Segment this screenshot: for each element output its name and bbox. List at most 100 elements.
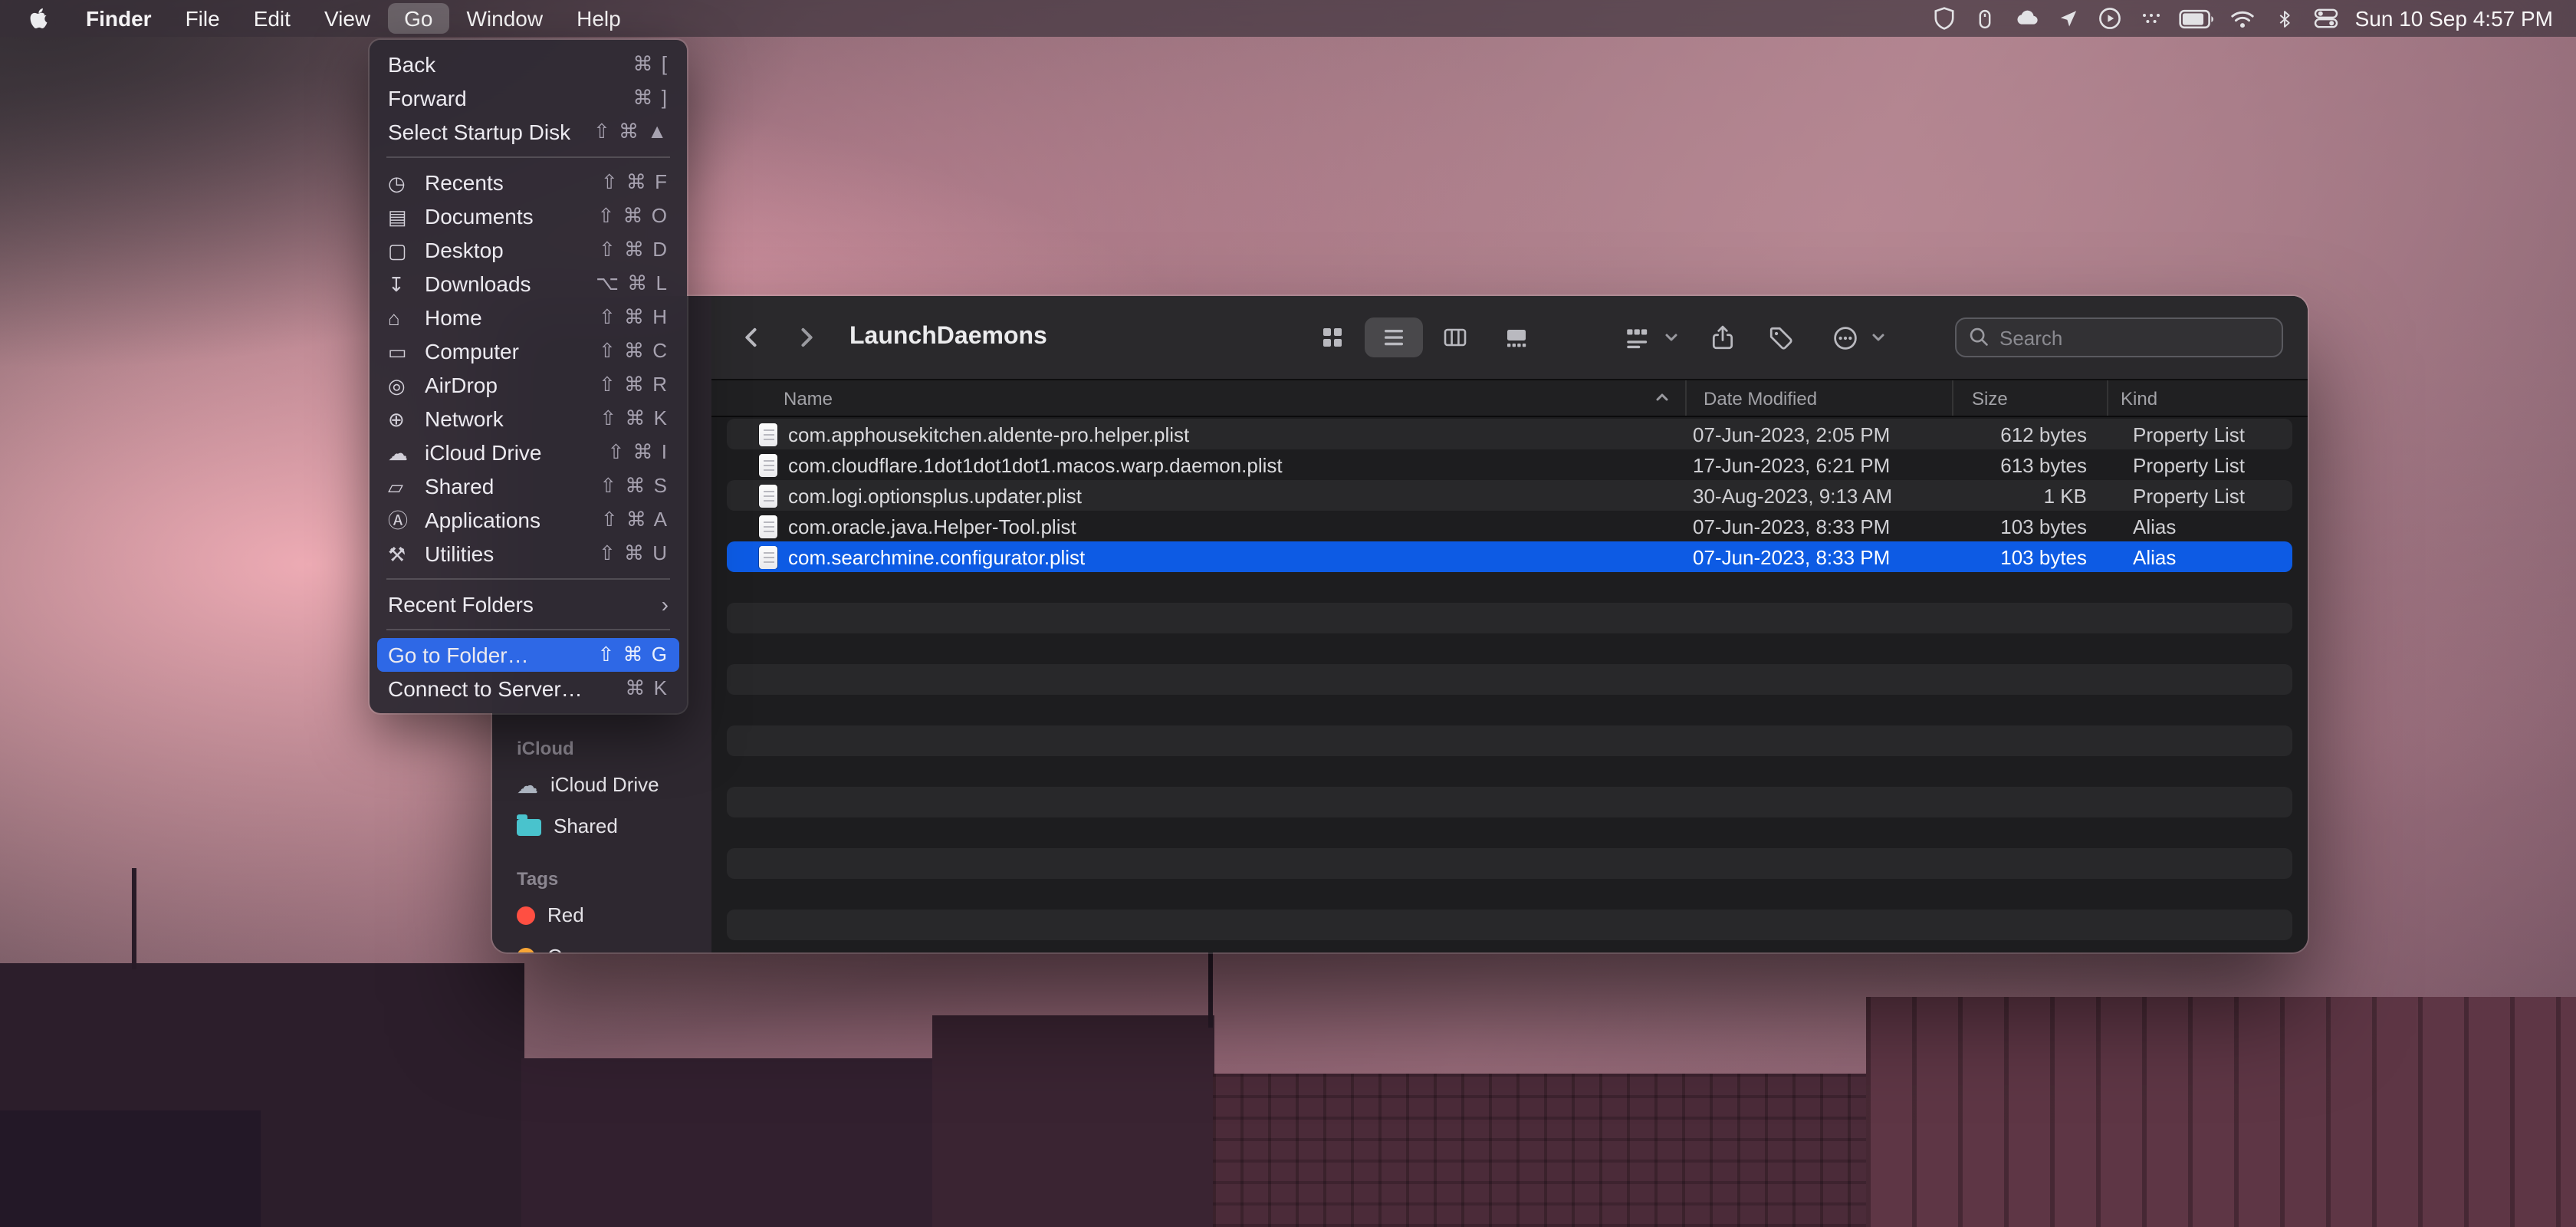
go-menu-item-back[interactable]: Back⌘ [ [377, 48, 679, 81]
sidebar-item-icloud-drive[interactable]: ☁iCloud Drive [492, 764, 711, 805]
file-row[interactable]: com.searchmine.configurator.plist 07-Jun-… [727, 541, 2292, 572]
menu-item-label: AirDrop [425, 373, 498, 397]
wifi-icon[interactable] [2229, 3, 2257, 34]
dots-icon[interactable] [2137, 3, 2165, 34]
sidebar-sections: iCloud☁iCloud DriveSharedTagsRedOrange [492, 738, 711, 952]
file-row[interactable]: com.logi.optionsplus.updater.plist30-Aug… [727, 480, 2292, 511]
menu-go[interactable]: Go [387, 3, 449, 34]
more-actions-chevron-icon[interactable] [1869, 317, 1888, 357]
empty-row [727, 664, 2292, 695]
tags-button[interactable] [1759, 317, 1802, 357]
sidebar-item-label: iCloud Drive [550, 773, 659, 796]
go-menu-item-select-startup-disk[interactable]: Select Startup Disk⇧ ⌘ ▲ [377, 115, 679, 149]
menu-item-label: Forward [388, 86, 467, 110]
file-icon [759, 515, 777, 538]
more-actions-button[interactable] [1823, 317, 1866, 357]
column-header-size[interactable]: Size [1952, 380, 2107, 416]
menu-edit[interactable]: Edit [237, 3, 307, 34]
file-row[interactable]: com.cloudflare.1dot1dot1dot1.macos.warp.… [727, 449, 2292, 480]
menu-item-shortcut: ⇧ ⌘ D [599, 238, 669, 262]
tag-dot-icon [517, 906, 535, 924]
file-date-modified: 17-Jun-2023, 6:21 PM [1685, 453, 1952, 476]
column-header-date-modified[interactable]: Date Modified [1685, 380, 1952, 416]
bluetooth-icon[interactable] [2271, 3, 2298, 34]
menu-item-shortcut: ⇧ ⌘ F [601, 170, 669, 195]
mouse-icon[interactable] [1972, 3, 1999, 34]
go-menu-item-recents[interactable]: ◷Recents⇧ ⌘ F [377, 166, 679, 199]
menu-item-shortcut: ⇧ ⌘ S [600, 474, 669, 498]
file-size: 613 bytes [1952, 453, 2108, 476]
menu-finder[interactable]: Finder [69, 3, 169, 34]
icon-view-button[interactable] [1303, 317, 1362, 357]
sidebar-item-orange[interactable]: Orange [492, 936, 711, 952]
go-menu-item-applications[interactable]: ⒶApplications⇧ ⌘ A [377, 503, 679, 537]
go-menu-item-utilities[interactable]: ⚒Utilities⇧ ⌘ U [377, 537, 679, 571]
file-size: 1 KB [1952, 484, 2108, 507]
menu-item-label: Documents [425, 204, 534, 229]
screen: iCloud☁iCloud DriveSharedTagsRedOrange L… [0, 0, 2576, 1227]
empty-row [727, 848, 2292, 879]
search-field[interactable] [1955, 317, 2283, 357]
status-icons [1930, 3, 2340, 34]
menu-view[interactable]: View [307, 3, 387, 34]
go-menu-item-icloud-drive[interactable]: ☁iCloud Drive⇧ ⌘ I [377, 436, 679, 469]
share-button[interactable] [1700, 317, 1743, 357]
finder-toolbar: LaunchDaemons [711, 296, 2308, 380]
menu-item-label: Home [425, 305, 482, 330]
airdrop-icon: ◎ [388, 375, 425, 395]
go-menu-item-connect-to-server[interactable]: Connect to Server…⌘ K [377, 672, 679, 706]
file-row[interactable]: com.oracle.java.Helper-Tool.plist07-Jun-… [727, 511, 2292, 541]
column-view-button[interactable] [1426, 317, 1484, 357]
file-name: com.logi.optionsplus.updater.plist [788, 484, 1082, 507]
column-label: Kind [2121, 387, 2157, 409]
forward-button[interactable] [788, 317, 825, 357]
menu-file[interactable]: File [169, 3, 237, 34]
shield-icon[interactable] [1930, 3, 1958, 34]
icloud-icon: ☁ [388, 442, 425, 462]
file-date-modified: 07-Jun-2023, 8:33 PM [1685, 515, 1952, 538]
cloud-icon[interactable] [2013, 3, 2041, 34]
menubar-clock[interactable]: Sun 10 Sep 4:57 PM [2355, 6, 2553, 31]
go-menu-item-forward[interactable]: Forward ⌘ ] [377, 81, 679, 115]
go-menu-item-go-to-folder[interactable]: Go to Folder…⇧ ⌘ G [377, 638, 679, 672]
group-by-chevron-icon[interactable] [1662, 317, 1681, 357]
column-header-kind[interactable]: Kind [2107, 380, 2308, 416]
menu-item-shortcut: ⌘ ] [633, 86, 669, 110]
location-icon[interactable] [2055, 3, 2082, 34]
menu-help[interactable]: Help [560, 3, 638, 34]
sidebar-section-tags: Tags RedOrange [492, 868, 711, 952]
menu-item-shortcut: ⌥ ⌘ L [596, 271, 669, 296]
sidebar-section-title: Tags [517, 868, 711, 890]
go-menu-item-downloads[interactable]: ↧Downloads⌥ ⌘ L [377, 267, 679, 301]
group-by-button[interactable] [1613, 317, 1659, 357]
go-menu-item-documents[interactable]: ▤Documents⇧ ⌘ O [377, 199, 679, 233]
go-menu-item-network[interactable]: ⊕Network⇧ ⌘ K [377, 402, 679, 436]
go-menu-item-recent-folders[interactable]: Recent Folders› [377, 587, 679, 621]
file-name: com.apphousekitchen.aldente-pro.helper.p… [788, 423, 1189, 446]
back-button[interactable] [733, 317, 770, 357]
list-view-button[interactable] [1365, 317, 1423, 357]
play-icon[interactable] [2096, 3, 2124, 34]
file-row[interactable]: com.apphousekitchen.aldente-pro.helper.p… [727, 419, 2292, 449]
file-name: com.searchmine.configurator.plist [788, 545, 1085, 568]
battery-icon[interactable] [2179, 3, 2216, 34]
menu-item-label: Utilities [425, 541, 494, 566]
go-menu-item-shared[interactable]: ▱Shared⇧ ⌘ S [377, 469, 679, 503]
sidebar-item-red[interactable]: Red [492, 894, 711, 936]
menu-item-label: Go to Folder… [388, 643, 529, 667]
menu-window[interactable]: Window [450, 3, 560, 34]
column-header-name[interactable]: Name [711, 380, 1685, 416]
file-date-modified: 07-Jun-2023, 8:33 PM [1685, 545, 1952, 568]
search-input[interactable] [1955, 317, 2283, 357]
gallery-view-button[interactable] [1487, 317, 1546, 357]
go-menu-item-airdrop[interactable]: ◎AirDrop⇧ ⌘ R [377, 368, 679, 402]
go-menu-item-computer[interactable]: ▭Computer⇧ ⌘ C [377, 334, 679, 368]
downloads-icon: ↧ [388, 274, 425, 294]
window-title: LaunchDaemons [849, 296, 1047, 379]
sidebar-item-shared[interactable]: Shared [492, 805, 711, 847]
go-menu-item-home[interactable]: ⌂Home⇧ ⌘ H [377, 301, 679, 334]
go-menu-item-desktop[interactable]: ▢Desktop⇧ ⌘ D [377, 233, 679, 267]
file-name-cell: com.searchmine.configurator.plist [727, 545, 1685, 568]
control-center-icon[interactable] [2312, 3, 2340, 34]
apple-menu[interactable] [0, 3, 69, 34]
